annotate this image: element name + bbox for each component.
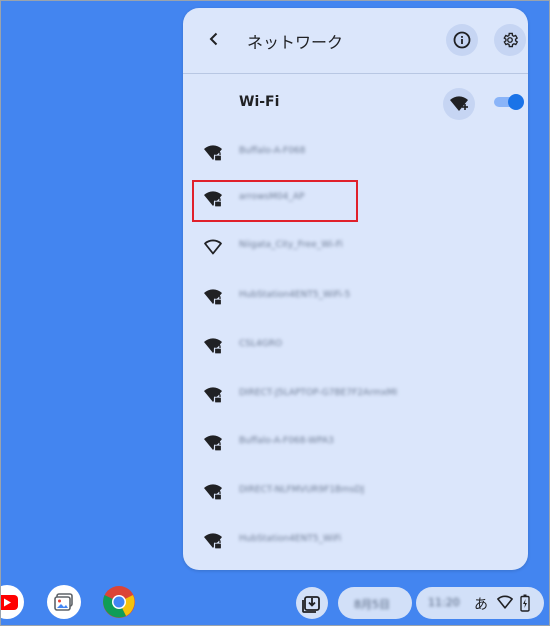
network-name: Niigata_City_Free_Wi-Fi bbox=[239, 240, 343, 250]
network-name: HubStation4ENT5_WiFi-5 bbox=[239, 290, 351, 300]
page-title: ネットワーク bbox=[247, 33, 344, 52]
wifi-toggle[interactable] bbox=[494, 94, 524, 110]
youtube-icon bbox=[0, 595, 18, 610]
wifi-locked-icon bbox=[204, 338, 223, 355]
wifi-locked-icon bbox=[204, 387, 223, 404]
network-item[interactable]: CSL4GRO bbox=[183, 324, 528, 370]
network-item[interactable]: Buffalo-A-F068 bbox=[183, 131, 528, 177]
network-item[interactable]: DIRECT-NLFMVUR9F1BmsDJ bbox=[183, 470, 528, 516]
network-name: DIRECT-J5LAPTOP-G7BE7F2ArmxMI bbox=[239, 388, 398, 398]
chevron-left-icon bbox=[209, 32, 218, 46]
youtube-app[interactable] bbox=[0, 585, 24, 619]
date-tray[interactable]: 8月5日 bbox=[338, 587, 412, 619]
wifi-outline-icon bbox=[204, 239, 222, 255]
network-item[interactable]: DIRECT-J5LAPTOP-G7BE7F2ArmxMI bbox=[183, 373, 528, 419]
selection-highlight bbox=[192, 180, 358, 222]
header-divider bbox=[183, 73, 528, 74]
wifi-toggle-knob bbox=[508, 94, 524, 110]
chrome-app[interactable] bbox=[102, 585, 136, 619]
date-label: 8月5日 bbox=[354, 598, 390, 611]
network-name: DIRECT-NLFMVUR9F1BmsDJ bbox=[239, 485, 365, 495]
status-tray[interactable]: 11:20 あ bbox=[416, 587, 544, 619]
wifi-locked-icon bbox=[204, 435, 223, 452]
network-panel: ネットワーク Wi-Fi Buffalo-A-F068 arrowsM04_AP… bbox=[183, 8, 528, 570]
chrome-icon bbox=[103, 586, 135, 618]
wifi-locked-icon bbox=[204, 484, 223, 501]
network-name: Buffalo-A-F068 bbox=[239, 146, 306, 156]
time-label: 11:20 bbox=[428, 596, 460, 609]
download-tray-icon bbox=[302, 596, 320, 613]
gallery-icon bbox=[54, 593, 73, 611]
panel-header: ネットワーク bbox=[183, 8, 528, 74]
wifi-locked-icon bbox=[204, 289, 223, 306]
wifi-add-icon bbox=[450, 96, 468, 111]
settings-button[interactable] bbox=[494, 24, 526, 56]
wifi-locked-icon bbox=[204, 533, 223, 550]
network-name: Buffalo-A-F068-WPA3 bbox=[239, 436, 334, 446]
network-item[interactable]: HubStation4ENT5_WiFi-5 bbox=[183, 275, 528, 321]
wifi-locked-icon bbox=[204, 145, 223, 162]
screen-capture-app[interactable] bbox=[47, 585, 81, 619]
info-button[interactable] bbox=[446, 24, 478, 56]
network-name: HubStation4ENT5_WiFi bbox=[239, 534, 342, 544]
network-item[interactable]: Buffalo-A-F068-WPA3 bbox=[183, 421, 528, 467]
wifi-status-icon bbox=[497, 595, 513, 609]
network-item[interactable]: HubStation4ENT5_WiFi bbox=[183, 519, 528, 565]
wifi-label: Wi-Fi bbox=[239, 94, 280, 110]
gear-icon bbox=[503, 32, 519, 48]
network-name: CSL4GRO bbox=[239, 339, 283, 349]
back-button[interactable] bbox=[203, 28, 225, 50]
network-item[interactable]: Niigata_City_Free_Wi-Fi bbox=[183, 225, 528, 271]
battery-icon bbox=[520, 594, 530, 612]
wifi-row: Wi-Fi bbox=[183, 84, 528, 124]
info-icon bbox=[453, 31, 471, 49]
holding-space-button[interactable] bbox=[296, 587, 328, 619]
join-network-button[interactable] bbox=[443, 88, 475, 120]
ime-label: あ bbox=[474, 597, 488, 613]
